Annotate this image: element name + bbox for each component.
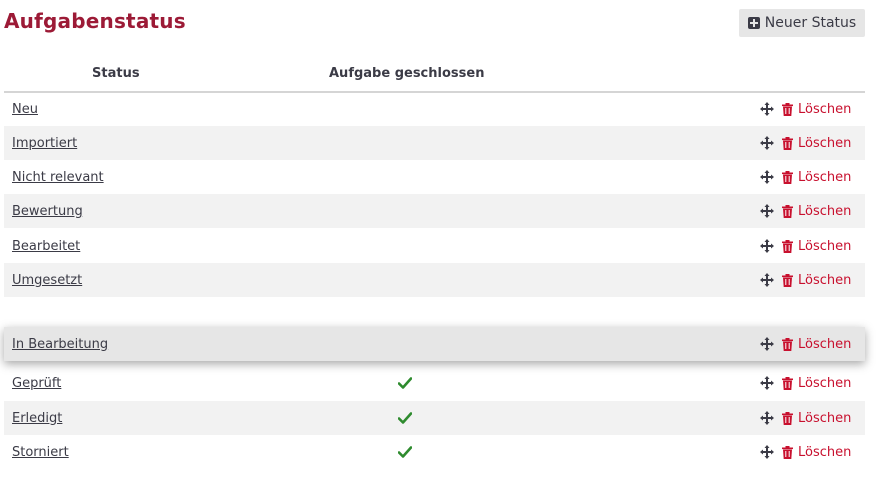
delete-label: Löschen [798, 336, 852, 352]
trash-icon [782, 102, 793, 116]
move-icon[interactable] [759, 410, 775, 426]
table-row: Importiert Löschen [4, 126, 865, 160]
status-link[interactable]: Neu [12, 102, 38, 117]
delete-button[interactable]: Löschen [782, 445, 851, 460]
status-link[interactable]: In Bearbeitung [12, 337, 108, 352]
move-icon[interactable] [759, 101, 775, 117]
table-row: Neu Löschen [4, 92, 865, 126]
trash-icon [782, 337, 793, 351]
check-icon [398, 412, 412, 424]
column-header-task-closed: Aufgabe geschlossen [329, 66, 485, 81]
table-row: Bewertung Löschen [4, 194, 865, 228]
plus-square-icon [747, 17, 760, 29]
check-icon [398, 446, 412, 458]
table-row: Storniert Löschen [4, 435, 865, 469]
table-row-dragging[interactable]: In Bearbeitung Löschen [4, 327, 865, 361]
delete-button[interactable]: Löschen [782, 337, 851, 352]
delete-label: Löschen [798, 169, 852, 185]
delete-label: Löschen [798, 238, 852, 254]
move-icon[interactable] [759, 169, 775, 185]
trash-icon [782, 170, 793, 184]
table-header: Status Aufgabe geschlossen [4, 55, 865, 93]
new-status-button[interactable]: Neuer Status [739, 9, 865, 37]
move-icon[interactable] [759, 444, 775, 460]
delete-label: Löschen [798, 203, 852, 219]
status-link[interactable]: Geprüft [12, 376, 61, 391]
delete-button[interactable]: Löschen [782, 136, 851, 151]
move-icon[interactable] [759, 135, 775, 151]
status-link[interactable]: Importiert [12, 136, 77, 151]
status-link[interactable]: Storniert [12, 445, 69, 460]
delete-label: Löschen [798, 272, 852, 288]
move-icon[interactable] [759, 238, 775, 254]
trash-icon [782, 273, 793, 287]
delete-button[interactable]: Löschen [782, 376, 851, 391]
page-title: Aufgabenstatus [4, 9, 186, 33]
column-header-status: Status [92, 66, 140, 81]
delete-button[interactable]: Löschen [782, 102, 851, 117]
status-link[interactable]: Bearbeitet [12, 239, 80, 254]
status-link[interactable]: Umgesetzt [12, 273, 82, 288]
trash-icon [782, 445, 793, 459]
delete-label: Löschen [798, 101, 852, 117]
new-status-label: Neuer Status [764, 15, 857, 31]
table-row: Nicht relevant Löschen [4, 160, 865, 194]
trash-icon [782, 376, 793, 390]
move-icon[interactable] [759, 336, 775, 352]
trash-icon [782, 204, 793, 218]
table-row: Umgesetzt Löschen [4, 263, 865, 297]
table-row: Bearbeitet Löschen [4, 229, 865, 263]
trash-icon [782, 411, 793, 425]
delete-label: Löschen [798, 375, 852, 391]
check-icon [398, 377, 412, 389]
delete-button[interactable]: Löschen [782, 170, 851, 185]
move-icon[interactable] [759, 375, 775, 391]
delete-button[interactable]: Löschen [782, 273, 851, 288]
status-link[interactable]: Bewertung [12, 204, 83, 219]
trash-icon [782, 239, 793, 253]
trash-icon [782, 136, 793, 150]
move-icon[interactable] [759, 272, 775, 288]
move-icon[interactable] [759, 203, 775, 219]
status-link[interactable]: Erledigt [12, 411, 62, 426]
delete-label: Löschen [798, 444, 852, 460]
table-row: Erledigt Löschen [4, 401, 865, 435]
delete-label: Löschen [798, 135, 852, 151]
delete-button[interactable]: Löschen [782, 204, 851, 219]
status-link[interactable]: Nicht relevant [12, 170, 104, 185]
delete-label: Löschen [798, 410, 852, 426]
delete-button[interactable]: Löschen [782, 239, 851, 254]
table-row: Geprüft Löschen [4, 366, 865, 400]
delete-button[interactable]: Löschen [782, 411, 851, 426]
